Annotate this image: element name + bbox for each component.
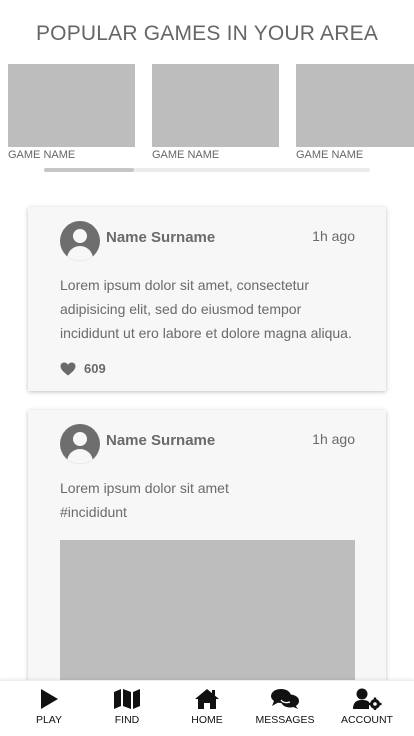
game-thumbnail[interactable]	[8, 64, 135, 147]
home-icon	[195, 689, 219, 709]
popular-games-carousel[interactable]: GAME NAME GAME NAME GAME NAME	[8, 64, 414, 164]
game-card[interactable]: GAME NAME	[152, 64, 279, 161]
nav-item-account[interactable]: ACCOUNT	[327, 688, 407, 726]
nav-item-play[interactable]: PLAY	[9, 688, 89, 726]
comments-icon	[271, 689, 299, 709]
nav-item-home[interactable]: HOME	[167, 688, 247, 726]
game-thumbnail[interactable]	[296, 64, 414, 147]
post-hashtag[interactable]: #incididunt	[60, 500, 360, 524]
game-name: GAME NAME	[152, 149, 220, 161]
post-time: 1h ago	[312, 228, 355, 244]
post-text-line: Lorem ipsum dolor sit amet	[60, 480, 229, 496]
user-cog-icon	[353, 688, 382, 710]
avatar-head	[73, 229, 87, 243]
post-text: Lorem ipsum dolor sit amet, consectetur …	[60, 277, 352, 341]
nav-label: MESSAGES	[255, 714, 315, 726]
nav-item-find[interactable]: FIND	[87, 688, 167, 726]
nav-label: HOME	[191, 714, 223, 726]
like-count: 609	[84, 361, 106, 376]
post-time: 1h ago	[312, 431, 355, 447]
map-icon	[114, 689, 140, 709]
avatar-body	[67, 246, 93, 261]
bottom-nav: PLAY FIND HOME MESSAGES ACCOUNT	[0, 680, 414, 736]
post-author[interactable]: Name Surname	[106, 229, 215, 246]
nav-label: PLAY	[35, 714, 63, 726]
nav-label: FIND	[114, 714, 140, 726]
carousel-scrollbar[interactable]	[44, 168, 370, 172]
heart-icon[interactable]	[60, 362, 76, 376]
game-card[interactable]: GAME NAME	[296, 64, 414, 161]
play-icon	[41, 689, 58, 709]
post-text: Lorem ipsum dolor sit amet #incididunt	[60, 476, 360, 524]
game-card[interactable]: GAME NAME	[8, 64, 135, 161]
game-thumbnail[interactable]	[152, 64, 279, 147]
game-name: GAME NAME	[8, 149, 76, 161]
avatar-head	[73, 432, 87, 446]
nav-item-messages[interactable]: MESSAGES	[245, 688, 325, 726]
nav-label: ACCOUNT	[341, 714, 393, 726]
page-title: POPULAR GAMES IN YOUR AREA	[35, 22, 379, 45]
avatar-body	[67, 449, 93, 464]
like-row[interactable]: 609	[60, 361, 106, 376]
post-author[interactable]: Name Surname	[106, 432, 215, 449]
avatar[interactable]	[60, 221, 100, 261]
game-name: GAME NAME	[296, 149, 364, 161]
carousel-scroll-thumb[interactable]	[44, 168, 134, 172]
feed-post: Name Surname 1h ago Lorem ipsum dolor si…	[28, 207, 386, 391]
avatar[interactable]	[60, 424, 100, 464]
